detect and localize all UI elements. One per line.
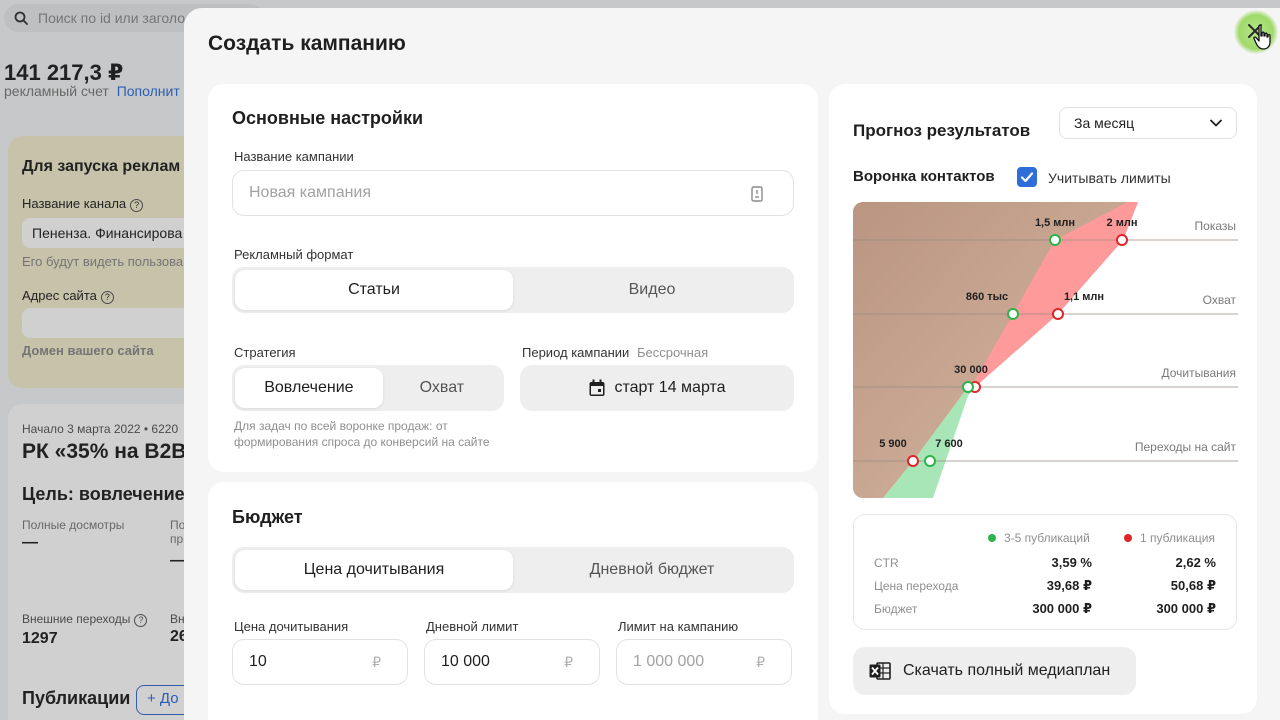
budget-tab-read-price[interactable]: Цена дочитывания — [235, 550, 513, 590]
campaign-name-label: Название кампании — [234, 149, 354, 164]
campaign-name-placeholder: Новая кампания — [249, 184, 372, 201]
forecast-period-value: За месяц — [1074, 115, 1135, 131]
campaign-limit-label: Лимит на кампанию — [618, 619, 739, 634]
format-option-articles[interactable]: Статьи — [235, 270, 513, 310]
funnel-point-red — [1052, 308, 1064, 320]
currency-sign: ₽ — [372, 654, 381, 670]
legend-dot-red — [1124, 534, 1132, 542]
funnel-stage-reads: Дочитывания — [1162, 366, 1237, 380]
funnel-point-green — [1049, 234, 1061, 246]
check-icon — [1020, 172, 1034, 183]
create-campaign-modal: Создать кампанию Основные настройки Назв… — [184, 8, 1280, 720]
budget-title: Бюджет — [232, 507, 303, 527]
calendar-icon — [589, 379, 605, 396]
contact-funnel-chart: Показы Охват Дочитывания Переходы на сай… — [853, 202, 1238, 498]
hand-cursor-icon — [1253, 24, 1271, 50]
funnel-value-label: 30 000 — [954, 364, 988, 376]
limits-label: Учитывать лимиты — [1048, 170, 1171, 186]
funnel-value-label: 5 900 — [879, 438, 907, 450]
stats-value-red: 50,68 ₽ — [1170, 578, 1216, 593]
strategy-hint: Для задач по всей воронке продаж: от фор… — [234, 419, 490, 449]
campaign-period-label-line: Период кампании Бессрочная — [522, 345, 708, 360]
excel-icon — [869, 662, 891, 680]
currency-sign: ₽ — [756, 654, 765, 670]
funnel-value-label: 1,5 млн — [1035, 217, 1075, 229]
stats-row-label: Бюджет — [874, 602, 918, 616]
currency-sign: ₽ — [564, 654, 573, 670]
stats-value-red: 2,62 % — [1175, 555, 1216, 570]
read-price-label: Цена дочитывания — [234, 619, 349, 634]
read-price-value: 10 — [249, 653, 267, 670]
campaign-name-input[interactable]: Новая кампания — [232, 170, 794, 216]
chevron-down-icon — [1210, 119, 1222, 127]
forecast-period-select[interactable]: За месяц — [1059, 107, 1237, 139]
stats-row-label: CTR — [874, 556, 899, 570]
limits-checkbox[interactable] — [1017, 167, 1037, 187]
main-settings-panel: Основные настройки Название кампании Нов… — [208, 84, 818, 472]
budget-type-switch: Цена дочитывания Дневной бюджет — [232, 547, 794, 593]
legend-red: 1 публикация — [1124, 531, 1215, 545]
stats-value-red: 300 000 ₽ — [1156, 601, 1216, 616]
funnel-title: Воронка контактов — [853, 168, 995, 185]
budget-panel: Бюджет Цена дочитывания Дневной бюджет Ц… — [208, 482, 818, 720]
funnel-stage-clicks: Переходы на сайт — [1135, 440, 1237, 454]
stats-value-green: 3,59 % — [1051, 555, 1092, 570]
funnel-point-red — [1116, 234, 1128, 246]
strategy-label: Стратегия — [234, 345, 296, 360]
strategy-switch: Вовлечение Охват — [232, 365, 504, 411]
legend-green: 3-5 публикаций — [988, 531, 1090, 545]
read-price-input[interactable]: 10 ₽ — [232, 639, 408, 685]
ad-format-label: Рекламный формат — [234, 247, 354, 262]
strategy-option-reach[interactable]: Охват — [383, 368, 501, 408]
stats-value-green: 39,68 ₽ — [1046, 578, 1092, 593]
campaign-period-value: Бессрочная — [636, 345, 709, 360]
budget-tab-daily[interactable]: Дневной бюджет — [513, 550, 791, 590]
campaign-period-label: Период кампании — [522, 345, 630, 360]
stats-row-label: Цена перехода — [874, 579, 959, 593]
daily-limit-value: 10 000 — [441, 653, 490, 670]
funnel-value-label: 2 млн — [1107, 217, 1138, 229]
funnel-point-green — [924, 455, 936, 467]
ad-format-switch: Статьи Видео — [232, 267, 794, 313]
funnel-stage-impressions: Показы — [1195, 219, 1236, 233]
funnel-stage-reach: Охват — [1203, 293, 1237, 307]
format-option-video[interactable]: Видео — [513, 270, 791, 310]
legend-dot-green — [988, 534, 996, 542]
campaign-limit-input[interactable]: 1 000 000 ₽ — [616, 639, 792, 685]
funnel-value-label: 1,1 млн — [1064, 291, 1104, 303]
funnel-point-green — [1007, 308, 1019, 320]
funnel-point-green — [962, 381, 974, 393]
campaign-start-date-button[interactable]: старт 14 марта — [520, 365, 794, 411]
strategy-option-engagement[interactable]: Вовлечение — [235, 368, 383, 408]
funnel-point-red — [907, 455, 919, 467]
forecast-stats-table: 3-5 публикаций 1 публикация CTR 3,59 % 2… — [853, 514, 1237, 630]
text-counter-icon — [751, 186, 763, 202]
stats-value-green: 300 000 ₽ — [1032, 601, 1092, 616]
forecast-title: Прогноз результатов — [853, 121, 1031, 140]
daily-limit-input[interactable]: 10 000 ₽ — [424, 639, 600, 685]
forecast-panel: Прогноз результатов За месяц Воронка кон… — [829, 84, 1257, 714]
funnel-value-label: 860 тыс — [966, 291, 1008, 303]
daily-limit-label: Дневной лимит — [426, 619, 519, 634]
campaign-limit-placeholder: 1 000 000 — [633, 653, 705, 670]
download-mediaplan-button[interactable]: Скачать полный медиаплан — [853, 647, 1136, 695]
main-settings-title: Основные настройки — [232, 108, 424, 128]
modal-title: Создать кампанию — [208, 32, 406, 55]
campaign-start-date-label: старт 14 марта — [614, 379, 726, 396]
funnel-value-label: 7 600 — [935, 438, 963, 450]
download-mediaplan-label: Скачать полный медиаплан — [903, 662, 1111, 679]
